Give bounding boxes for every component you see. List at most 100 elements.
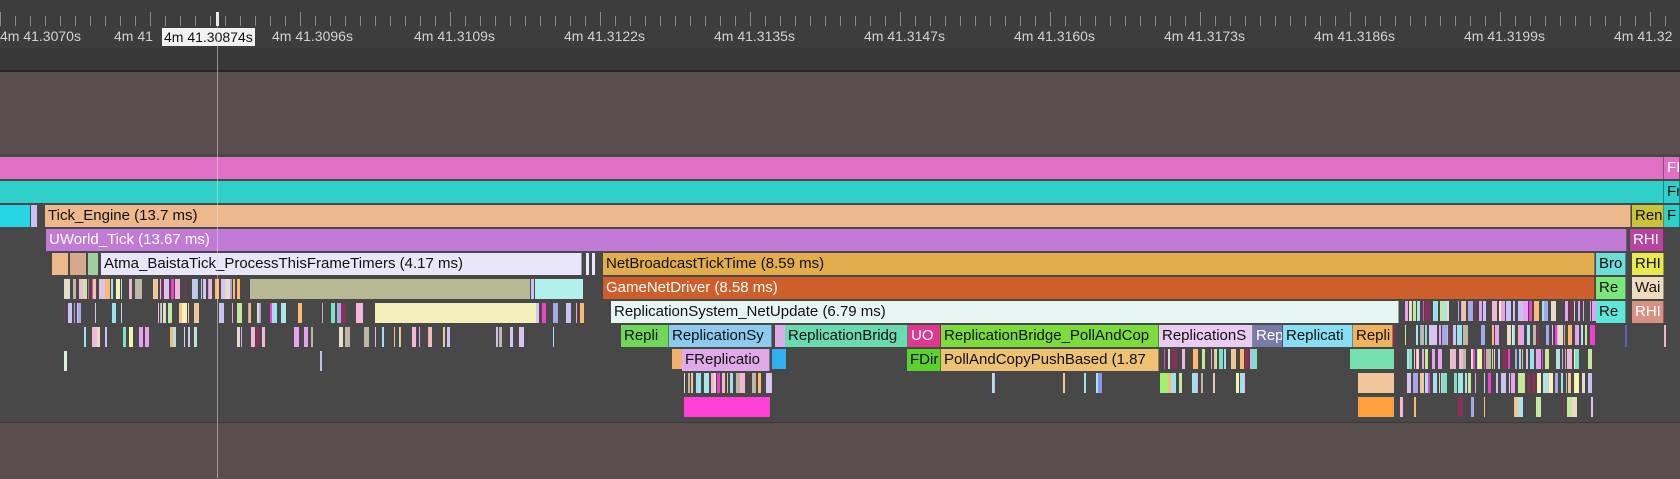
net-broadcast-event[interactable]: NetBroadcastTickTime (8.59 ms) [603, 253, 1595, 275]
ruler-tick [15, 16, 16, 26]
ruler-tick [600, 12, 601, 26]
re-event[interactable]: Re [1596, 277, 1626, 299]
ruler-tick [690, 16, 691, 26]
ruler-tick [210, 16, 211, 26]
replication-netupdate-event[interactable]: ReplicationSystem_NetUpdate (6.79 ms) [611, 301, 1399, 323]
ruler-tick [1305, 16, 1306, 26]
timing-cursor-handle[interactable] [216, 12, 219, 26]
ruler-tick [585, 16, 586, 26]
ruler-tick [795, 16, 796, 26]
repli-event[interactable]: Repli [621, 325, 669, 347]
frame-track-event-right[interactable]: Fr [1664, 181, 1680, 203]
ruler-tick [1290, 16, 1291, 26]
ruler-tick [705, 16, 706, 26]
ruler-tick [570, 16, 571, 26]
ruler-label: 4m 41.3173s [1164, 28, 1245, 44]
ruler-label: 4m 41.3070s [0, 28, 81, 44]
lower-track-region [0, 422, 1680, 479]
ruler-tick [540, 16, 541, 26]
ruler-tick [1530, 16, 1531, 26]
re-event-2[interactable]: Re [1596, 301, 1626, 323]
fdir-event[interactable]: FDir [907, 349, 941, 371]
ruler-tick [1470, 16, 1471, 26]
ruler-tick [1245, 16, 1246, 26]
ruler-tick [165, 16, 166, 26]
game-net-driver-event[interactable]: GameNetDriver (8.58 ms) [603, 277, 1595, 299]
ruler-tick [1230, 16, 1231, 26]
ruler-label: 4m 41.32 [1614, 28, 1673, 44]
timeline-ruler[interactable]: 4m 41.3070s 4m 41 4m 41.3096s 4m 41.3109s 4m… [0, 0, 1680, 48]
ruler-tick [1335, 16, 1336, 26]
ruler-tick [285, 16, 286, 26]
frame-track-event[interactable] [0, 181, 1664, 203]
ruler-ticks [0, 12, 1666, 26]
ruler-tick [630, 16, 631, 26]
ruler-tick [60, 16, 61, 26]
ruler-tick [120, 16, 121, 26]
ruler-tick [750, 12, 751, 26]
ruler-tick [720, 16, 721, 26]
replication-s-event[interactable]: ReplicationS [1159, 325, 1253, 347]
frame-sub-event[interactable]: F [1664, 205, 1680, 227]
ruler-tick [1650, 12, 1651, 26]
ruler-tick [735, 16, 736, 26]
ruler-tick [675, 16, 676, 26]
frame-event-top[interactable]: FI [1664, 157, 1680, 179]
ruler-tick [180, 16, 181, 26]
uworld-tick-event[interactable]: UWorld_Tick (13.67 ms) [46, 229, 1627, 251]
ruler-tick [270, 16, 271, 26]
freplicatio-event[interactable]: FReplicatio [682, 349, 770, 371]
ruler-tick [1425, 16, 1426, 26]
poll-and-cop-event[interactable]: ReplicationBridge_PollAndCop [941, 325, 1159, 347]
ruler-tick [930, 16, 931, 26]
timing-cursor-line [217, 12, 218, 478]
ruler-tick [1005, 16, 1006, 26]
ruler-tick [945, 16, 946, 26]
ruler-tick [765, 16, 766, 26]
ruler-tick [1410, 16, 1411, 26]
broadcast-event[interactable]: Bro [1596, 253, 1626, 275]
ruler-tick [645, 16, 646, 26]
ruler-tick [1140, 16, 1141, 26]
ruler-tick [360, 16, 361, 26]
ruler-tick [1665, 16, 1666, 26]
ruler-tick [1485, 16, 1486, 26]
replication-sy-event[interactable]: ReplicationSy [669, 325, 772, 347]
ruler-tick [420, 16, 421, 26]
ruler-tick [30, 16, 31, 26]
rhi-event-3[interactable]: RHI [1632, 301, 1664, 323]
poll-push-event[interactable]: PollAndCopyPushBased (1.87 [941, 349, 1159, 371]
ruler-tick [135, 16, 136, 26]
ruler-tick [195, 16, 196, 26]
ruler-tick [975, 16, 976, 26]
rep-event[interactable]: Rep [1253, 325, 1283, 347]
ruler-tick [1110, 16, 1111, 26]
ruler-tick [990, 16, 991, 26]
rhi-event-2[interactable]: RHI [1632, 253, 1664, 275]
wait-event[interactable]: Wai [1632, 277, 1664, 299]
uo-event[interactable]: UO [908, 325, 941, 347]
ruler-tick [840, 16, 841, 26]
ruler-tick [1260, 16, 1261, 26]
render-event[interactable]: Ren [1632, 205, 1664, 227]
frame-event-left[interactable] [0, 157, 1664, 179]
ruler-tick [1605, 16, 1606, 26]
ruler-tick [1050, 12, 1051, 26]
ruler-tick [810, 16, 811, 26]
ruler-tick [1035, 16, 1036, 26]
ruler-tick [1125, 16, 1126, 26]
ruler-label: 4m 41 [114, 28, 153, 44]
ruler-tick [525, 16, 526, 26]
ruler-tick [1170, 16, 1171, 26]
replication-bridg-event[interactable]: ReplicationBridg [785, 325, 908, 347]
replicati-event[interactable]: Replicati [1283, 325, 1353, 347]
ruler-tick [390, 16, 391, 26]
tick-engine-event[interactable]: Tick_Engine (13.7 ms) [45, 205, 1631, 227]
ruler-label: 4m 41.3186s [1314, 28, 1395, 44]
ruler-tick [900, 12, 901, 26]
atma-tick-event[interactable]: Atma_BaistaTick_ProcessThisFrameTimers (… [101, 253, 582, 275]
ruler-tick [825, 16, 826, 26]
repli-event-2[interactable]: Repli [1353, 325, 1393, 347]
ruler-tick [1380, 16, 1381, 26]
rhi-event[interactable]: RHI [1630, 229, 1664, 251]
